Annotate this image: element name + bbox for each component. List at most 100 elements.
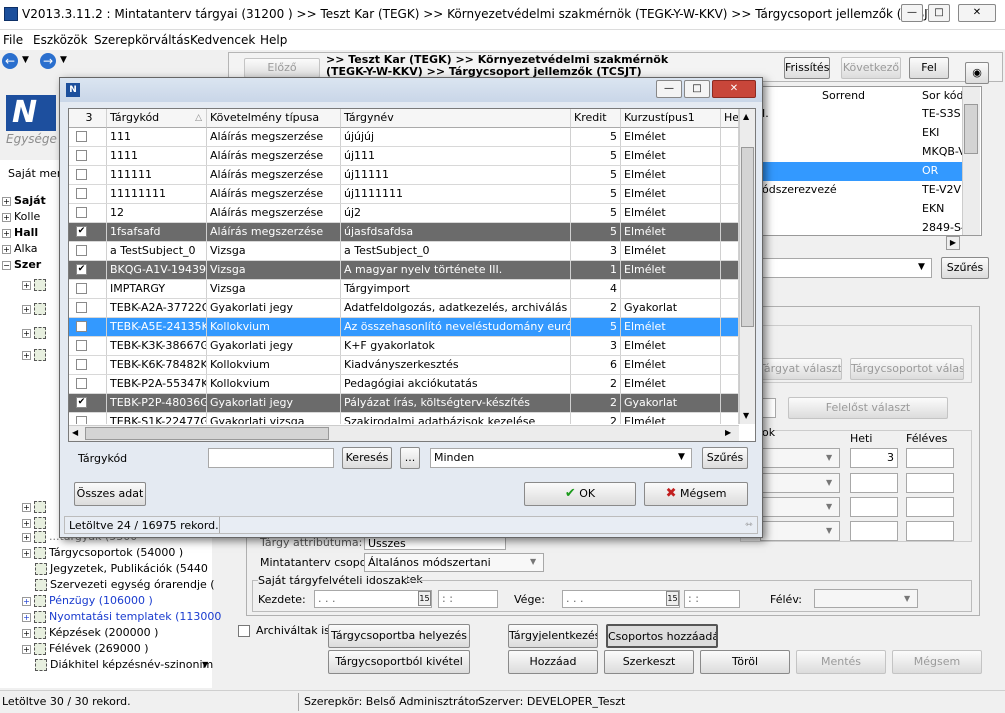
chevron-down-icon[interactable]: ▼ xyxy=(918,262,925,272)
row-checkbox[interactable] xyxy=(76,340,87,351)
row-checkbox[interactable] xyxy=(76,283,87,294)
tree-item-szervezet[interactable]: − Szer xyxy=(2,258,41,271)
choose-subject-button[interactable]: Tárgyat választ xyxy=(758,358,842,380)
table-row[interactable]: ✔ 1fsafsafd Aláírás megszerzése újasfdsafds… xyxy=(69,223,739,242)
more-button[interactable]: ... xyxy=(400,447,420,469)
column-header-requirement[interactable]: Követelmény típusa xyxy=(207,109,341,128)
start-time-input[interactable]: : : xyxy=(438,590,498,608)
archived-checkbox[interactable] xyxy=(238,625,250,637)
maximize-button[interactable]: □ xyxy=(928,4,950,22)
resize-grip-icon[interactable]: ⇿ xyxy=(745,520,753,530)
tree-item-hallgatok[interactable]: + Hall xyxy=(2,226,38,239)
table-row[interactable]: 1111 Aláírás megszerzése új111 5 Elmélet xyxy=(69,147,739,166)
calendar-icon[interactable]: 15 xyxy=(418,591,431,606)
table-row[interactable]: ✔ TEBK-P2P-48036G Gyakorlati jegy Pályázat … xyxy=(69,394,739,413)
filter-code-input[interactable] xyxy=(208,448,334,468)
tree-item-icon[interactable]: + xyxy=(22,302,49,315)
edit-button[interactable]: Szerkeszt xyxy=(604,650,694,674)
tree-item-targycsoportok[interactable]: + Tárgycsoportok (54000 ) xyxy=(22,546,183,559)
table-row[interactable]: 12 Aláírás megszerzése új2 5 Elmélet xyxy=(69,204,739,223)
column-header-code[interactable]: Tárgykód △ xyxy=(107,109,207,128)
semester-hours-input-2[interactable] xyxy=(906,473,954,493)
table-row[interactable]: 111111 Aláírás megszerzése új11111 5 Elmélet xyxy=(69,166,739,185)
weekly-hours-input[interactable]: 3 xyxy=(850,448,898,468)
ok-button[interactable]: ✔ OK xyxy=(524,482,636,506)
minimize-button[interactable]: — xyxy=(901,4,923,22)
row-checkbox[interactable] xyxy=(76,131,87,142)
menu-favorites[interactable]: Kedvencek xyxy=(190,33,255,47)
all-data-button[interactable]: Összes adat xyxy=(74,482,146,506)
dialog-maximize-button[interactable]: □ xyxy=(684,80,710,98)
row-checkbox[interactable]: ✔ xyxy=(76,264,87,275)
refresh-button[interactable]: Frissítés xyxy=(784,57,830,79)
semester-hours-input[interactable] xyxy=(906,448,954,468)
row-checkbox[interactable] xyxy=(76,169,87,180)
grid-horizontal-scrollbar[interactable]: ◀ ▶ xyxy=(69,425,739,441)
column-header[interactable]: Sorrend xyxy=(822,89,922,105)
chevron-down-icon[interactable]: ▼ xyxy=(826,502,832,511)
chevron-down-icon[interactable]: ▼ xyxy=(826,526,832,535)
row-checkbox[interactable] xyxy=(76,321,87,332)
up-button[interactable]: Fel xyxy=(909,57,949,79)
dialog-filter-button[interactable]: Szűrés xyxy=(702,447,748,469)
calendar-icon[interactable]: 15 xyxy=(666,591,679,606)
choose-responsible-button[interactable]: Felelőst választ xyxy=(788,397,948,419)
tree-item-icon[interactable]: + xyxy=(22,348,49,361)
tree-item[interactable]: + xyxy=(22,516,49,529)
weekly-hours-input-2[interactable] xyxy=(850,473,898,493)
tree-item-jegyzetek[interactable]: Jegyzetek, Publikációk (5440 xyxy=(22,562,208,575)
choose-group-button[interactable]: Tárgycsoportot választ xyxy=(850,358,964,380)
curriculum-group-select[interactable]: Általános módszertani ismeretek xyxy=(364,553,544,586)
dialog-minimize-button[interactable]: — xyxy=(656,80,682,98)
row-checkbox[interactable]: ✔ xyxy=(76,226,87,237)
weekly-hours-input-3[interactable] xyxy=(850,497,898,517)
tree-item-icon[interactable]: + xyxy=(22,326,49,339)
semester-hours-input-4[interactable] xyxy=(906,521,954,541)
column-header-course-type[interactable]: Kurzustípus1 xyxy=(621,109,721,128)
pin-icon[interactable]: ◉ xyxy=(965,62,989,84)
table-row[interactable]: TEBK-S1K-22477G Gyakorlati vizsga Szakirod… xyxy=(69,413,739,424)
semester-select[interactable] xyxy=(814,589,918,608)
tree-item-nyomtatasi[interactable]: + Nyomtatási templatek (113000 xyxy=(22,610,221,623)
row-checkbox[interactable] xyxy=(76,207,87,218)
sidebar-scroll-down-icon[interactable]: ▼ xyxy=(202,660,208,669)
table-row[interactable]: a TestSubject_0 Vizsga a TestSubject_0 3 Elm… xyxy=(69,242,739,261)
tree-item-orarend[interactable]: Szervezeti egység órarendje ( xyxy=(22,578,215,591)
next-button[interactable]: Következő xyxy=(841,57,901,79)
filter-dropdown[interactable] xyxy=(760,258,932,278)
scrollbar-thumb[interactable] xyxy=(964,104,978,154)
forward-arrow-icon[interactable]: → xyxy=(40,53,56,69)
table-row[interactable]: 11111111 Aláírás megszerzése új1111111 5 Elm… xyxy=(69,185,739,204)
scroll-right-icon[interactable]: ▶ xyxy=(946,236,960,250)
add-button[interactable]: Hozzáad xyxy=(508,650,598,674)
tree-item-penzugy[interactable]: + Pénzügy (106000 ) xyxy=(22,594,153,607)
start-date-input[interactable]: . . . xyxy=(314,590,432,608)
chevron-down-icon[interactable]: ▼ xyxy=(530,557,536,566)
chevron-down-icon[interactable]: ▼ xyxy=(826,478,832,487)
filter-button[interactable]: Szűrés xyxy=(941,257,989,279)
chevron-down-icon[interactable]: ▼ xyxy=(826,453,832,462)
menu-help[interactable]: Help xyxy=(260,33,287,47)
table-row[interactable]: TEBK-P2A-55347K Kollokvium Pedagógiai akci… xyxy=(69,375,739,394)
prev-button[interactable]: Előző xyxy=(244,58,320,78)
column-header-name[interactable]: Tárgynév xyxy=(341,109,571,128)
tree-item[interactable]: + xyxy=(22,500,49,513)
tree-item-alkalmazottak[interactable]: + Alka xyxy=(2,242,38,255)
back-arrow-icon[interactable]: ← xyxy=(2,53,18,69)
chevron-down-icon[interactable]: ▼ xyxy=(904,594,910,603)
back-dropdown-icon[interactable]: ▼ xyxy=(22,55,29,65)
menu-role-switch[interactable]: Szerepkörváltás xyxy=(94,33,190,47)
put-in-group-button[interactable]: Tárgycsoportba helyezés xyxy=(328,624,470,648)
table-row[interactable]: TEBK-K3K-38667G Gyakorlati jegy K+F gyakor… xyxy=(69,337,739,356)
column-header-credit[interactable]: Kredit xyxy=(571,109,621,128)
search-button[interactable]: Keresés xyxy=(342,447,392,469)
table-row[interactable]: ✔ BKQG-A1V-19439V Vizsga A magyar nyelv tör… xyxy=(69,261,739,280)
column-header-weekly[interactable]: He xyxy=(721,109,739,128)
chevron-down-icon[interactable]: ▼ xyxy=(678,452,685,462)
end-time-input[interactable]: : : xyxy=(684,590,740,608)
dialog-close-button[interactable]: ✕ xyxy=(712,80,756,98)
tree-item-sajat[interactable]: + Saját xyxy=(2,194,46,207)
weekly-hours-input-4[interactable] xyxy=(850,521,898,541)
table-row[interactable]: TEBK-K6K-78482K Kollokvium Kiadványszerkes… xyxy=(69,356,739,375)
tree-item-icon[interactable]: + xyxy=(22,278,49,291)
